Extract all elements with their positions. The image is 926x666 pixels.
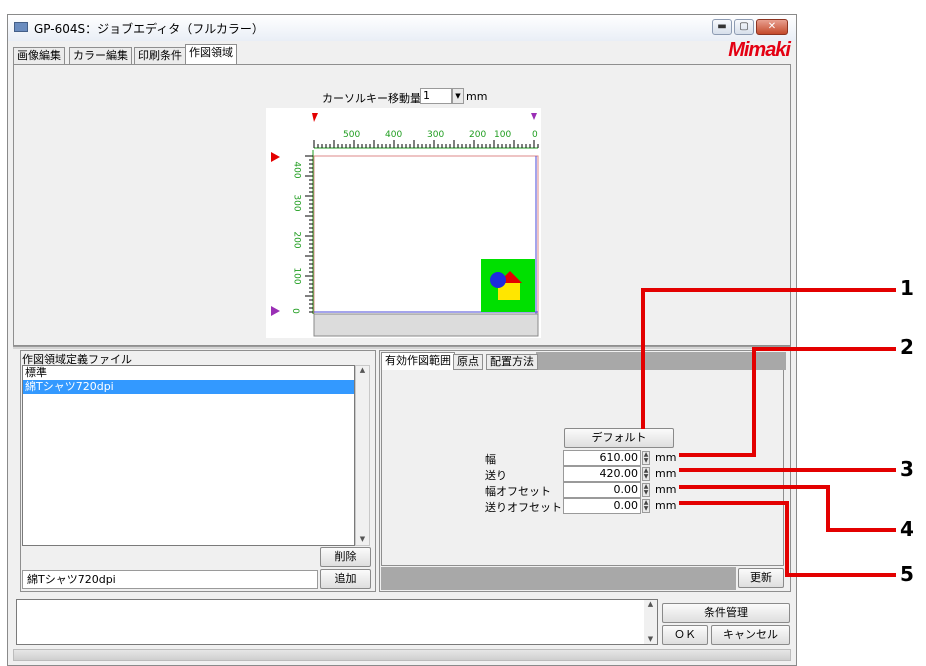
callout-label-3: 3 xyxy=(900,457,914,481)
width-offset-spinner[interactable]: ▲ ▼ xyxy=(642,483,650,497)
list-item[interactable]: 標準 xyxy=(23,366,354,380)
tab-print-condition[interactable]: 印刷条件 xyxy=(134,47,186,65)
cursor-step-select[interactable]: 1 xyxy=(420,88,452,104)
minimize-icon[interactable]: ▬ xyxy=(712,19,732,35)
cancel-button[interactable]: キャンセル xyxy=(711,625,790,645)
y-tick-label: 0 xyxy=(289,308,300,314)
width-label: 幅 xyxy=(485,453,496,466)
update-bar xyxy=(381,567,736,590)
y-tick-label: 400 xyxy=(291,161,302,179)
window-title: GP-604S：ジョブエディタ（フルカラー） xyxy=(34,22,264,36)
definition-list[interactable]: 標準 綿Tシャツ720dpi xyxy=(22,365,355,546)
tab-drawing-area[interactable]: 作図領域 xyxy=(185,44,237,65)
cursor-step-unit: mm xyxy=(466,90,488,103)
ok-button[interactable]: ＯＫ xyxy=(662,625,708,645)
scroll-up-icon[interactable]: ▲ xyxy=(356,366,369,374)
tab-color-edit[interactable]: カラー編集 xyxy=(69,47,132,65)
tab-layout-method[interactable]: 配置方法 xyxy=(486,354,538,370)
list-scrollbar[interactable]: ▲ ▼ xyxy=(355,365,370,546)
condition-manage-button[interactable]: 条件管理 xyxy=(662,603,790,623)
mimaki-logo: Mimaki xyxy=(728,39,791,61)
maximize-icon[interactable]: ▢ xyxy=(734,19,754,35)
tab-image-edit[interactable]: 画像編集 xyxy=(13,47,65,65)
tab-strip-filler xyxy=(536,352,786,370)
splitter[interactable] xyxy=(13,346,791,349)
y-tick-label: 100 xyxy=(291,267,302,285)
feed-offset-field[interactable]: 0.00 xyxy=(563,498,641,514)
feed-field[interactable]: 420.00 xyxy=(563,466,641,482)
title-bar: GP-604S：ジョブエディタ（フルカラー） ▬ ▢ ✕ xyxy=(8,15,796,41)
status-bar xyxy=(13,649,791,661)
width-spinner[interactable]: ▲ ▼ xyxy=(642,451,650,465)
tab-origin[interactable]: 原点 xyxy=(453,354,483,370)
x-tick-label: 0 xyxy=(532,130,538,140)
width-field[interactable]: 610.00 xyxy=(563,450,641,466)
feed-offset-unit: mm xyxy=(655,499,677,512)
x-tick-label: 200 xyxy=(469,130,487,140)
feed-offset-label: 送りオフセット xyxy=(485,501,562,514)
callout-label-4: 4 xyxy=(900,517,914,541)
x-tick-label: 400 xyxy=(385,130,403,140)
scroll-down-icon[interactable]: ▼ xyxy=(644,635,657,643)
message-area xyxy=(16,599,658,645)
definition-name-input[interactable]: 綿Tシャツ720dpi xyxy=(22,570,318,589)
feed-spinner[interactable]: ▲ ▼ xyxy=(642,467,650,481)
y-tick-label: 200 xyxy=(291,231,302,249)
chevron-down-icon[interactable]: ▼ xyxy=(452,88,464,104)
delete-button[interactable]: 削除 xyxy=(320,547,371,567)
width-offset-field[interactable]: 0.00 xyxy=(563,482,641,498)
callout-label-1: 1 xyxy=(900,276,914,300)
message-scrollbar[interactable]: ▲ ▼ xyxy=(644,600,657,644)
default-button[interactable]: デフォルト xyxy=(564,428,674,448)
update-button[interactable]: 更新 xyxy=(738,568,784,588)
feed-unit: mm xyxy=(655,467,677,480)
x-tick-label: 300 xyxy=(427,130,445,140)
width-unit: mm xyxy=(655,451,677,464)
callout-label-5: 5 xyxy=(900,562,914,586)
width-offset-unit: mm xyxy=(655,483,677,496)
preview-drawing xyxy=(271,113,539,337)
cursor-step-label: カーソルキー移動量 xyxy=(322,92,421,105)
y-tick-label: 300 xyxy=(291,194,302,212)
x-tick-label: 100 xyxy=(494,130,512,140)
scroll-up-icon[interactable]: ▲ xyxy=(644,600,657,608)
list-item-selected[interactable]: 綿Tシャツ720dpi xyxy=(23,380,354,394)
scroll-down-icon[interactable]: ▼ xyxy=(356,535,369,543)
feed-offset-spinner[interactable]: ▲ ▼ xyxy=(642,499,650,513)
tab-valid-range[interactable]: 有効作図範囲 xyxy=(381,352,455,370)
add-button[interactable]: 追加 xyxy=(320,569,371,589)
app-icon xyxy=(14,22,28,32)
feed-label: 送り xyxy=(485,469,507,482)
x-tick-label: 500 xyxy=(343,130,361,140)
callout-label-2: 2 xyxy=(900,335,914,359)
close-icon[interactable]: ✕ xyxy=(756,19,788,35)
preview-canvas[interactable]: 500 400 300 200 100 0 400 300 200 100 0 xyxy=(266,108,541,338)
width-offset-label: 幅オフセット xyxy=(485,485,551,498)
